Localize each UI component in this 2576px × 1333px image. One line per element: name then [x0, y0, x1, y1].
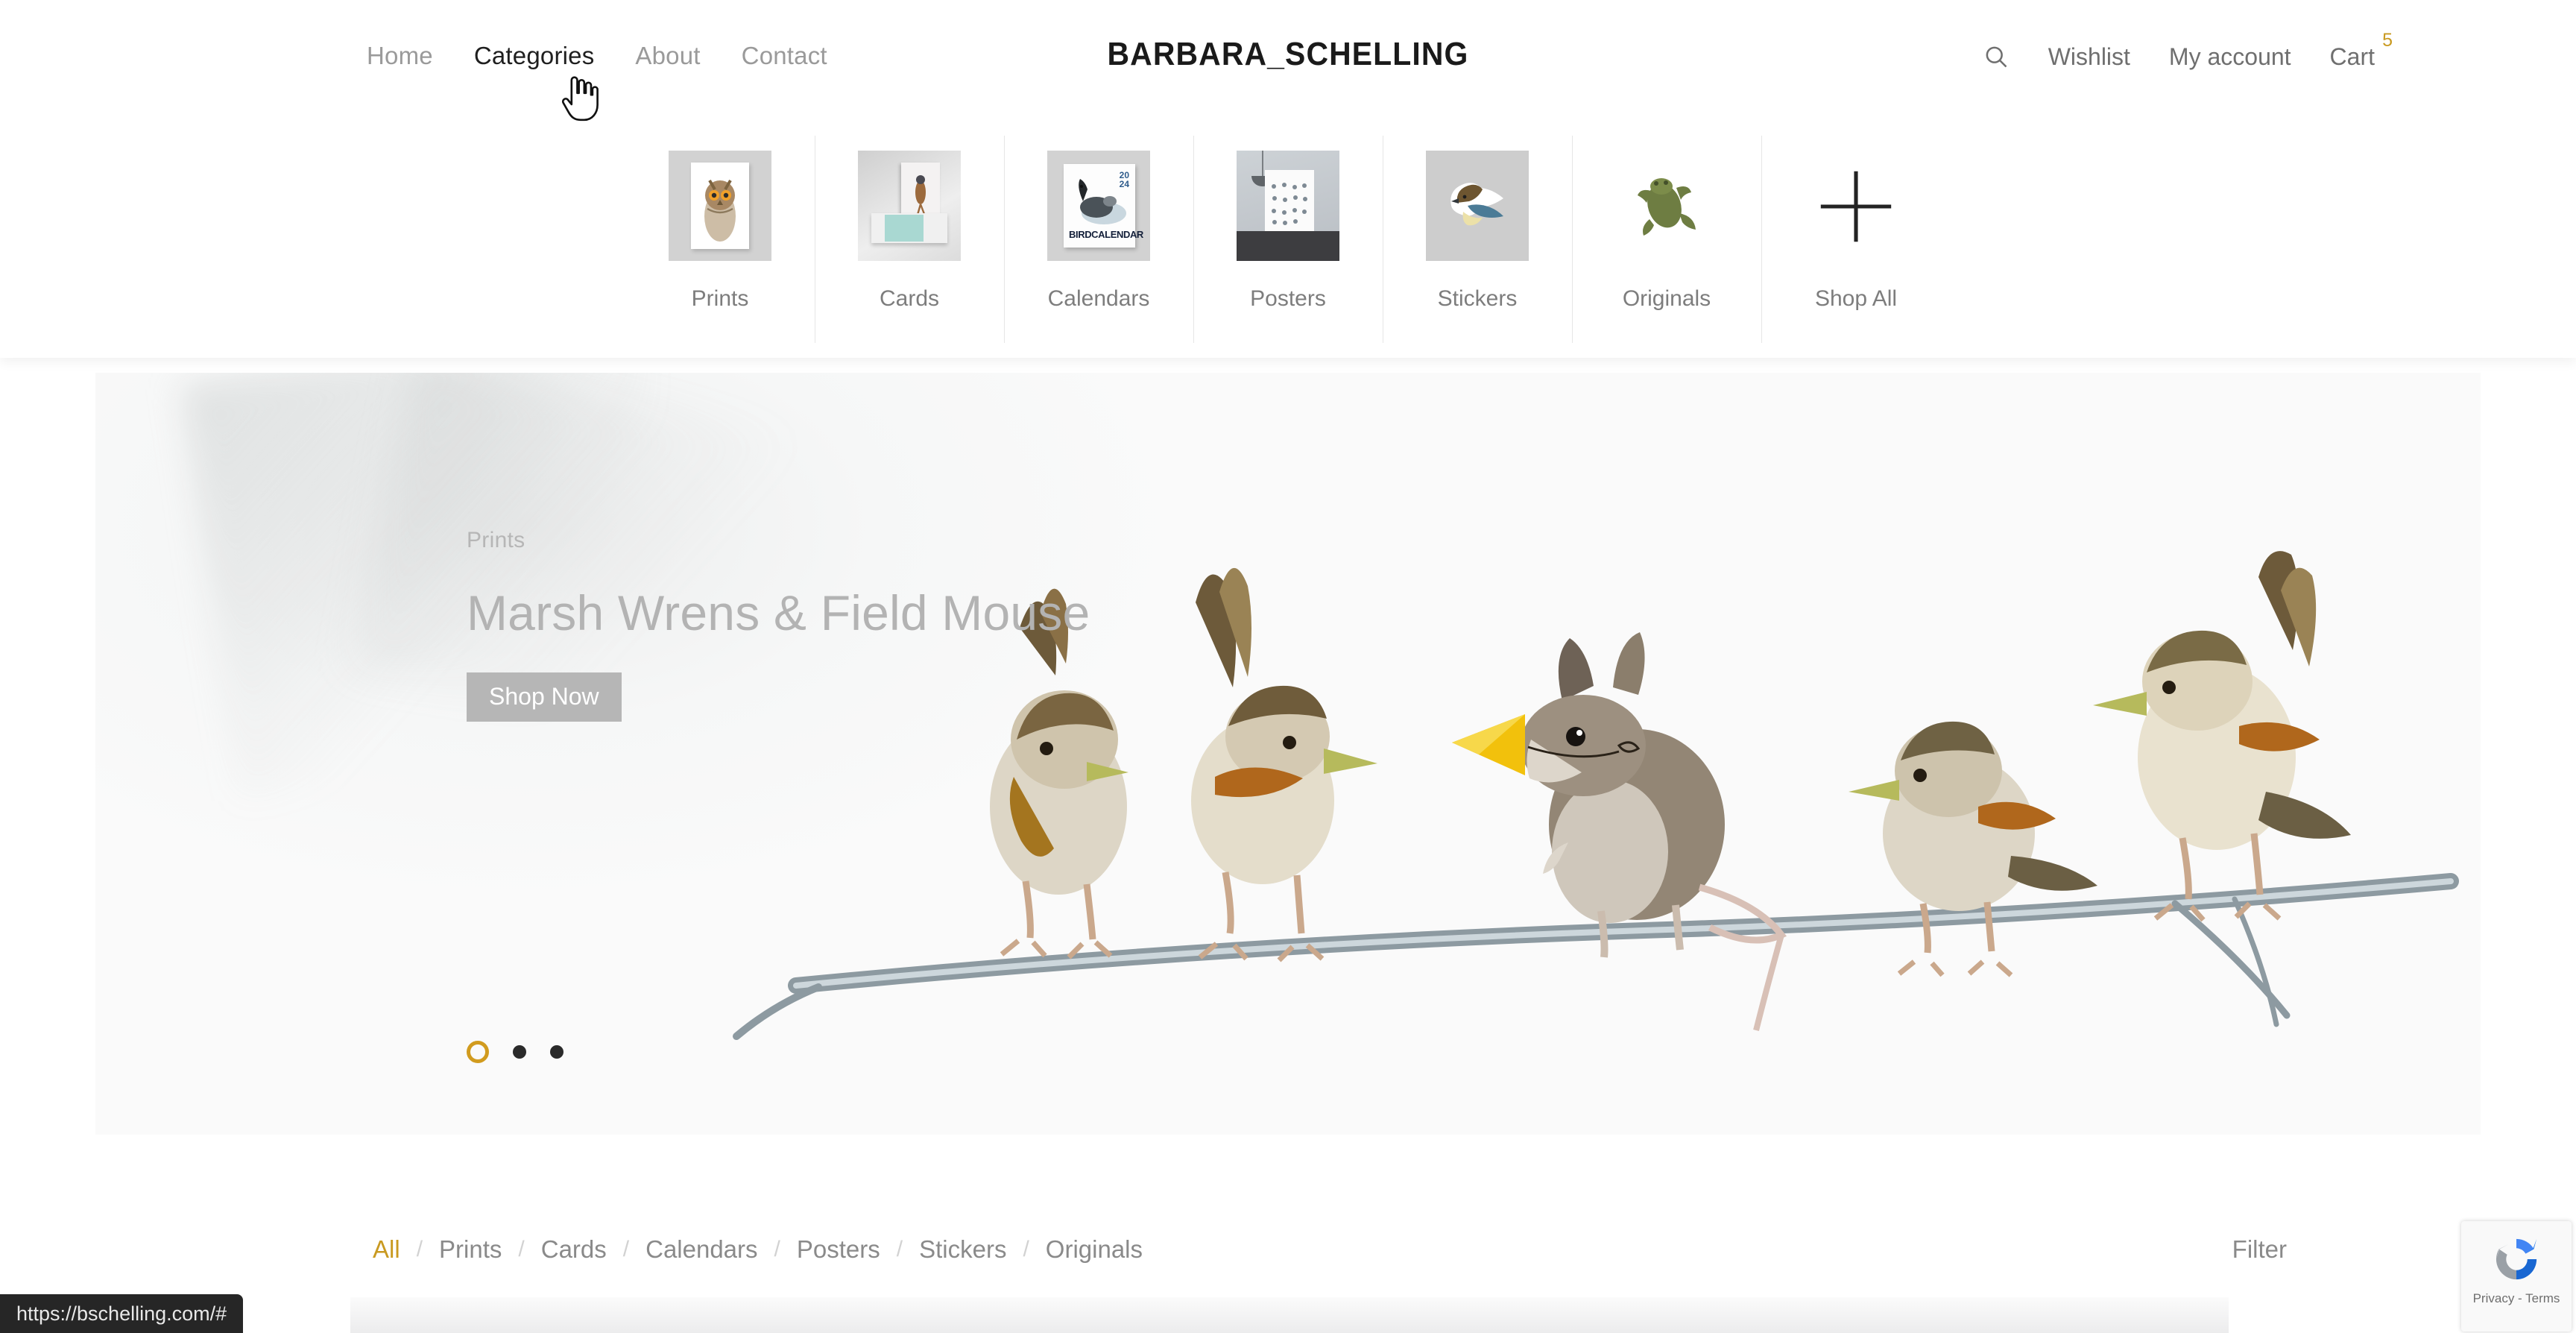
prints-thumbnail — [669, 151, 771, 261]
carousel-dots — [467, 1041, 564, 1063]
recaptcha-icon — [2496, 1238, 2537, 1280]
hero-title: Marsh Wrens & Field Mouse — [467, 585, 1090, 640]
filter-separator: / — [774, 1237, 780, 1261]
calendar-year: 20 24 — [1119, 170, 1129, 190]
wren-3 — [1849, 721, 2097, 977]
dropdown-item-calendars[interactable]: 20 24 BIRDCALENDAR Calendars — [1004, 119, 1193, 358]
category-filter-bar: All / Prints / Cards / Calendars / Poste… — [0, 1208, 2576, 1291]
hero-artwork — [572, 389, 2481, 1135]
hero-shop-now-button[interactable]: Shop Now — [467, 672, 622, 722]
dropdown-item-shop-all[interactable]: Shop All — [1761, 119, 1951, 358]
recaptcha-text: Privacy - Terms — [2472, 1291, 2560, 1305]
dropdown-label-originals: Originals — [1622, 286, 1711, 311]
dropdown-item-originals[interactable]: Originals — [1572, 119, 1761, 358]
categories-dropdown-panel: Prints Cards 20 24 BIRDCALENDAR Calendar… — [0, 119, 2576, 358]
status-bar-url: https://bschelling.com/# — [16, 1302, 227, 1325]
filter-separator: / — [896, 1237, 903, 1261]
calendars-thumbnail: 20 24 BIRDCALENDAR — [1047, 151, 1150, 261]
header-utility-nav: Wishlist My account Cart 5 — [1983, 31, 2393, 70]
hero-eyebrow: Prints — [467, 528, 525, 552]
cart-label: Cart — [2329, 43, 2375, 70]
dropdown-label-prints: Prints — [691, 286, 749, 311]
dropdown-item-stickers[interactable]: Stickers — [1383, 119, 1572, 358]
cards-thumbnail — [858, 151, 961, 261]
dropdown-label-stickers: Stickers — [1437, 286, 1518, 311]
recaptcha-badge[interactable]: Privacy - Terms — [2461, 1221, 2572, 1332]
posters-thumbnail — [1237, 151, 1339, 261]
dropdown-label-shop-all: Shop All — [1814, 286, 1898, 311]
dropdown-item-posters[interactable]: Posters — [1193, 119, 1383, 358]
filter-item-prints[interactable]: Prints — [439, 1235, 502, 1264]
site-header: Home Categories About Contact BARBARA_SC… — [0, 0, 2576, 122]
filter-item-originals[interactable]: Originals — [1046, 1235, 1143, 1264]
filter-item-all[interactable]: All — [373, 1235, 400, 1264]
filter-item-cards[interactable]: Cards — [541, 1235, 607, 1264]
calendar-title: BIRDCALENDAR — [1069, 229, 1143, 240]
filter-separator: / — [518, 1237, 525, 1261]
cart-count-badge: 5 — [2382, 30, 2393, 51]
originals-thumbnail — [1615, 151, 1718, 261]
filter-list: All / Prints / Cards / Calendars / Poste… — [373, 1235, 1143, 1264]
wishlist-link[interactable]: Wishlist — [2048, 45, 2130, 69]
dropdown-label-cards: Cards — [879, 286, 940, 311]
carousel-dot-2[interactable] — [513, 1045, 526, 1059]
plus-icon — [1820, 171, 1892, 242]
stickers-thumbnail — [1426, 151, 1529, 261]
filter-separator: / — [1023, 1237, 1029, 1261]
dropdown-item-cards[interactable]: Cards — [815, 119, 1004, 358]
filter-separator: / — [416, 1237, 423, 1261]
mouse-cursor-pointer — [561, 76, 599, 122]
wren-4 — [2093, 551, 2351, 922]
filter-item-posters[interactable]: Posters — [797, 1235, 880, 1264]
my-account-link[interactable]: My account — [2169, 45, 2291, 69]
dropdown-label-calendars: Calendars — [1047, 286, 1150, 311]
carousel-dot-3[interactable] — [550, 1045, 564, 1059]
page-root: Home Categories About Contact BARBARA_SC… — [0, 0, 2576, 1333]
filter-item-calendars[interactable]: Calendars — [645, 1235, 757, 1264]
dropdown-item-prints[interactable]: Prints — [625, 119, 815, 358]
hero-copy: Prints Marsh Wrens & Field Mouse Shop No… — [467, 528, 1090, 722]
dropdown-label-posters: Posters — [1250, 286, 1326, 311]
wren-2 — [1191, 567, 1377, 962]
cart-link[interactable]: Cart 5 — [2329, 31, 2393, 70]
hero-carousel: Prints Marsh Wrens & Field Mouse Shop No… — [95, 373, 2481, 1135]
carousel-dot-1[interactable] — [467, 1041, 489, 1063]
search-icon[interactable] — [1983, 43, 2010, 70]
filter-separator: / — [622, 1237, 630, 1261]
browser-status-bar: https://bschelling.com/# — [0, 1294, 244, 1333]
field-mouse — [1452, 632, 1787, 1031]
filter-toggle-button[interactable]: Filter — [2232, 1235, 2287, 1264]
filter-item-stickers[interactable]: Stickers — [919, 1235, 1006, 1264]
product-grid-top-edge — [350, 1297, 2229, 1333]
